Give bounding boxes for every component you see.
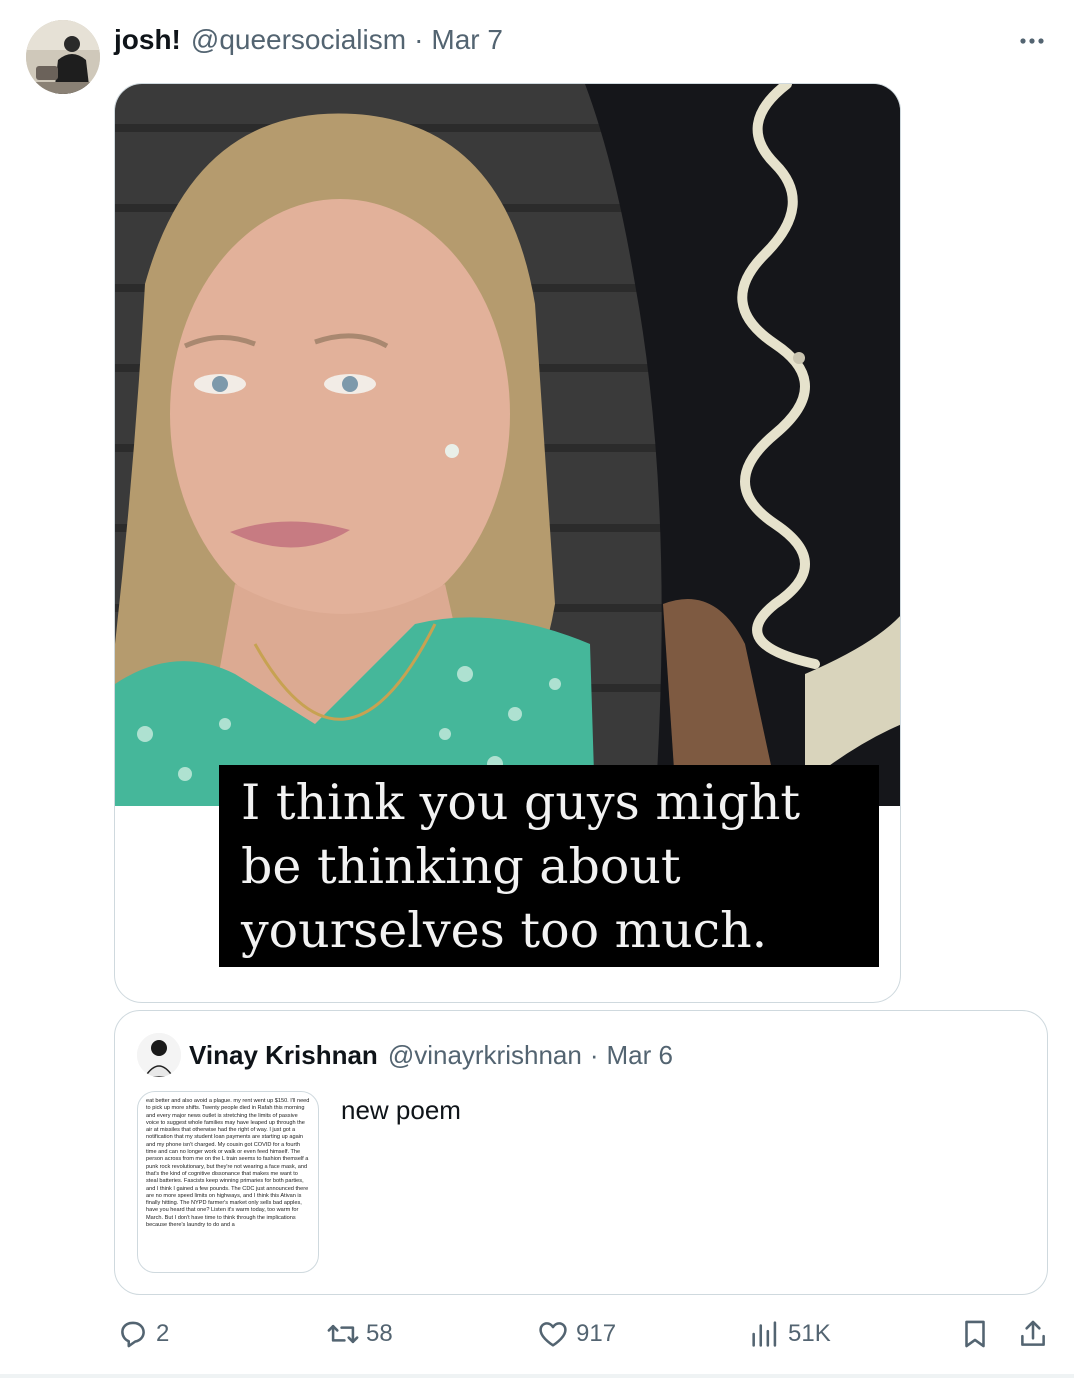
quoted-avatar-photo xyxy=(137,1033,181,1077)
quoted-media-thumbnail[interactable]: eat better and also avoid a plague. my r… xyxy=(137,1091,319,1273)
analytics-icon xyxy=(752,1321,777,1347)
more-options-button[interactable] xyxy=(1012,26,1052,56)
quoted-tweet[interactable]: Vinay Krishnan @vinayrkrishnan · Mar 6 e… xyxy=(114,1010,1048,1295)
like-count: 917 xyxy=(576,1320,617,1347)
tweet-date[interactable]: Mar 7 xyxy=(431,24,503,56)
author-avatar[interactable] xyxy=(26,20,100,94)
like-button[interactable]: 917 xyxy=(536,1312,616,1356)
views-count: 51K xyxy=(788,1320,831,1347)
heart-icon xyxy=(539,1322,567,1347)
quoted-tweet-text: new poem xyxy=(341,1095,461,1125)
quoted-date[interactable]: Mar 6 xyxy=(607,1040,673,1071)
action-bar: 2 58 917 51K xyxy=(0,1312,1074,1356)
tweet-header: josh! @queersocialism · Mar 7 xyxy=(114,20,503,60)
bookmark-button[interactable] xyxy=(958,1312,992,1356)
author-name[interactable]: josh! xyxy=(114,24,181,56)
share-icon xyxy=(1021,1320,1045,1346)
quoted-author-handle[interactable]: @vinayrkrishnan xyxy=(388,1040,582,1071)
avatar-photo xyxy=(26,20,100,94)
quoted-author-avatar[interactable] xyxy=(137,1033,181,1077)
reply-count: 2 xyxy=(156,1320,170,1347)
repost-icon xyxy=(327,1324,359,1344)
reply-button[interactable]: 2 xyxy=(116,1312,169,1356)
repost-count: 58 xyxy=(366,1320,393,1347)
bookmark-icon xyxy=(965,1320,985,1348)
media-photo xyxy=(115,84,900,806)
quoted-author-name[interactable]: Vinay Krishnan xyxy=(189,1040,378,1071)
share-button[interactable] xyxy=(1016,1312,1050,1356)
tweet-media[interactable]: I think you guys might be thinking about… xyxy=(114,83,901,1003)
header-separator: · xyxy=(414,24,424,55)
author-handle[interactable]: @queersocialism xyxy=(191,24,406,56)
quoted-thumbnail-text: eat better and also avoid a plague. my r… xyxy=(146,1098,310,1229)
quoted-header: Vinay Krishnan @vinayrkrishnan · Mar 6 xyxy=(189,1035,673,1075)
more-horizontal-icon xyxy=(1020,38,1044,44)
views-button[interactable]: 51K xyxy=(748,1312,831,1356)
tweet-divider xyxy=(0,1374,1074,1378)
quoted-header-separator: · xyxy=(589,1039,599,1070)
reply-icon xyxy=(121,1321,145,1348)
repost-button[interactable]: 58 xyxy=(326,1312,393,1356)
media-caption-box: I think you guys might be thinking about… xyxy=(219,765,879,967)
media-caption-text: I think you guys might be thinking about… xyxy=(241,774,801,959)
